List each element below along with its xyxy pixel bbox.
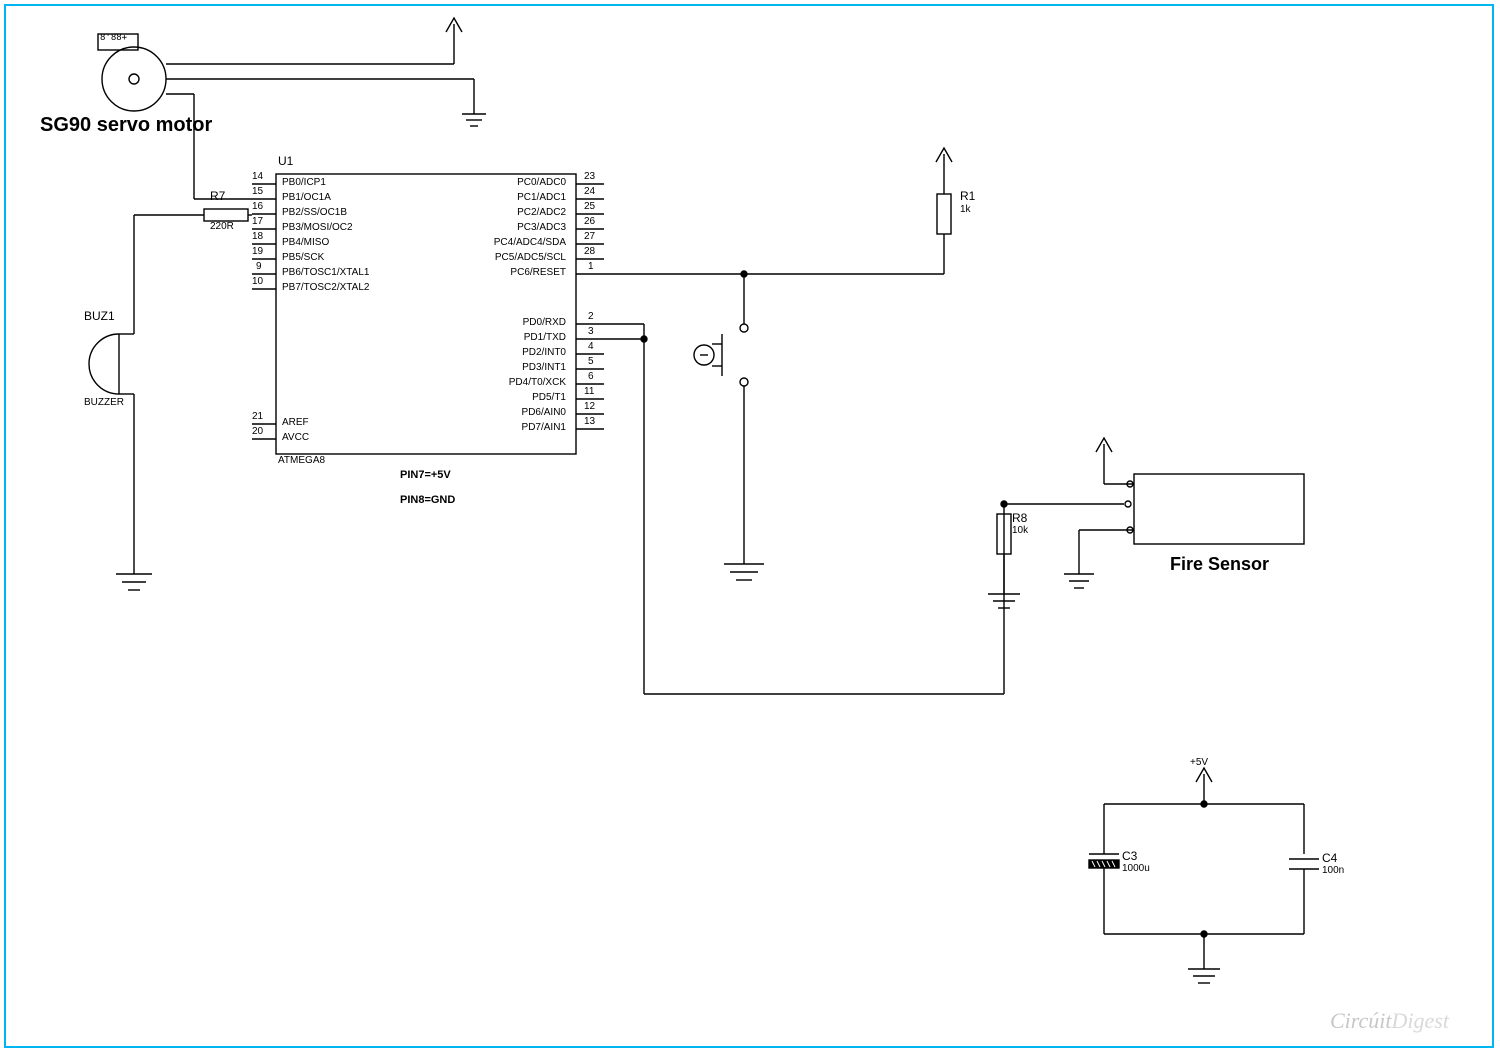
c3-ref: C3 — [1122, 850, 1137, 862]
r7-ref: R7 — [210, 190, 225, 202]
u1-l2-name-0: AREF — [282, 418, 309, 428]
u1-r1-num-6: 1 — [588, 262, 594, 272]
u1-l2-num-0: 21 — [252, 412, 263, 422]
u1-r1-name-2: PC2/ADC2 — [500, 208, 566, 218]
u1-r2-num-4: 6 — [588, 372, 594, 382]
pwr-label: +5V — [1190, 758, 1208, 768]
u1-r2-num-3: 5 — [588, 357, 594, 367]
u1-r1-name-5: PC5/ADC5/SCL — [480, 253, 566, 263]
u1-l-num-5: 19 — [252, 247, 263, 257]
u1-l-name-7: PB7/TOSC2/XTAL2 — [282, 283, 369, 293]
u1-r2-name-2: PD2/INT0 — [500, 348, 566, 358]
u1-r1-num-0: 23 — [584, 172, 595, 182]
r8-ref: R8 — [1012, 512, 1027, 524]
c4-val: 100n — [1322, 866, 1344, 876]
u1-l-name-2: PB2/SS/OC1B — [282, 208, 347, 218]
u1-r2-name-7: PD7/AIN1 — [500, 423, 566, 433]
u1-l-name-1: PB1/OC1A — [282, 193, 331, 203]
u1-l-num-1: 15 — [252, 187, 263, 197]
u1-r2-name-4: PD4/T0/XCK — [490, 378, 566, 388]
u1-r1-num-1: 24 — [584, 187, 595, 197]
u1-r2-name-6: PD6/AIN0 — [500, 408, 566, 418]
servo-title: SG90 servo motor — [40, 115, 212, 135]
u1-r1-num-3: 26 — [584, 217, 595, 227]
r1-val: 1k — [960, 205, 971, 215]
u1-note2: PIN8=GND — [400, 495, 455, 506]
u1-note1: PIN7=+5V — [400, 470, 451, 481]
u1-r2-num-6: 12 — [584, 402, 595, 412]
c3-val: 1000u — [1122, 864, 1150, 874]
u1-l-num-6: 9 — [256, 262, 262, 272]
u1-l-name-6: PB6/TOSC1/XTAL1 — [282, 268, 369, 278]
u1-l-name-5: PB5/SCK — [282, 253, 324, 263]
u1-l-num-7: 10 — [252, 277, 263, 287]
u1-r2-num-1: 3 — [588, 327, 594, 337]
u1-l2-num-1: 20 — [252, 427, 263, 437]
u1-l-num-0: 14 — [252, 172, 263, 182]
u1-r2-num-2: 4 — [588, 342, 594, 352]
fire-sensor-label: Fire Sensor — [1170, 555, 1269, 573]
u1-r1-num-4: 27 — [584, 232, 595, 242]
u1-l-name-4: PB4/MISO — [282, 238, 329, 248]
u1-r2-name-1: PD1/TXD — [500, 333, 566, 343]
u1-r1-num-2: 25 — [584, 202, 595, 212]
u1-l-name-0: PB0/ICP1 — [282, 178, 326, 188]
schematic-canvas — [4, 4, 1494, 1048]
u1-r1-num-5: 28 — [584, 247, 595, 257]
u1-r1-name-3: PC3/ADC3 — [500, 223, 566, 233]
buzzer-ref: BUZ1 — [84, 310, 115, 322]
u1-r2-name-5: PD5/T1 — [510, 393, 566, 403]
u1-part: ATMEGA8 — [278, 456, 325, 466]
u1-l-num-2: 16 — [252, 202, 263, 212]
u1-r2-name-0: PD0/RXD — [500, 318, 566, 328]
c4-ref: C4 — [1322, 852, 1337, 864]
u1-r2-num-7: 13 — [584, 417, 595, 427]
u1-r1-name-4: PC4/ADC4/SDA — [480, 238, 566, 248]
u1-ref: U1 — [278, 155, 293, 167]
u1-r2-num-0: 2 — [588, 312, 594, 322]
u1-r1-name-1: PC1/ADC1 — [500, 193, 566, 203]
buzzer-name: BUZZER — [84, 398, 124, 408]
u1-l-name-3: PB3/MOSI/OC2 — [282, 223, 353, 233]
servo-display: 8'88+ — [100, 34, 127, 43]
u1-r2-name-3: PD3/INT1 — [500, 363, 566, 373]
u1-l2-name-1: AVCC — [282, 433, 309, 443]
u1-r1-name-6: PC6/RESET — [490, 268, 566, 278]
u1-r2-num-5: 11 — [584, 387, 594, 397]
u1-r1-name-0: PC0/ADC0 — [500, 178, 566, 188]
u1-l-num-3: 17 — [252, 217, 263, 227]
r7-val: 220R — [210, 222, 234, 232]
r1-ref: R1 — [960, 190, 975, 202]
u1-l-num-4: 18 — [252, 232, 263, 242]
r8-val: 10k — [1012, 526, 1028, 536]
watermark: CircúitDigest — [1330, 1010, 1449, 1032]
